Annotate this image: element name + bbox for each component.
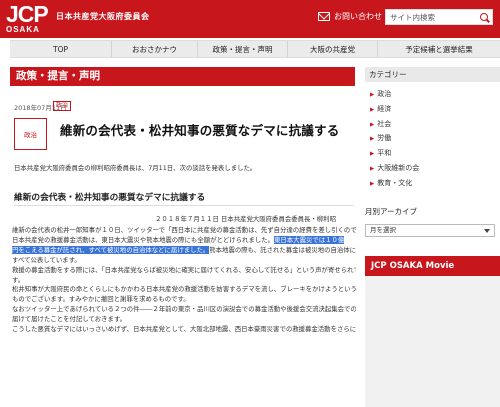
body-paragraph: 松井知事が大阪府民の命とくらしにもかかわる日本共産党の救援活動を妨害するデマを流…: [12, 285, 356, 295]
page-heading: 政策・提言・声明: [10, 67, 355, 86]
bullet-icon: ▶: [370, 92, 375, 98]
selected-text[interactable]: 東日本大震災では１０億: [274, 235, 345, 244]
nav-policy[interactable]: 政策・提言・声明: [198, 41, 288, 57]
category-label: 政治: [377, 90, 392, 98]
site-logo[interactable]: JCP OSAKA: [6, 1, 49, 35]
category-label: 社会: [377, 119, 392, 128]
bullet-icon: ▶: [370, 106, 375, 113]
category-item-education[interactable]: ▶ 教育・文化: [370, 176, 500, 191]
post-lead: 日本共産党大阪府委員会の柳利昭府委員長は、7月11日、次の談話を発表しました。: [14, 164, 257, 172]
bullet-icon: ▶: [370, 121, 375, 128]
body-paragraph: 維新の会代表の松井一郎知事が１０日、ツイッターで「西日本に共産党の募金活動は、先…: [12, 226, 356, 236]
nav-candidates[interactable]: 予定候補と選挙結果: [378, 41, 500, 57]
chevron-down-icon: [484, 229, 490, 233]
site-name[interactable]: 日本共産党大阪府委員会: [56, 11, 150, 22]
post-subtitle: 維新の会代表・松井知事の悪質なデマに抗議する: [14, 193, 206, 203]
body-text: すべて公表しています。: [12, 255, 81, 264]
body-text: なおツイッター上であげられている２つの件――２年前の東京・品川区の演説会での募金…: [12, 305, 356, 314]
category-label: 経済: [377, 104, 392, 113]
search-input[interactable]: [390, 12, 475, 23]
site-header: JCP OSAKA 日本共産党大阪府委員会 お問い合わせ: [0, 0, 500, 38]
bullet-icon: ▶: [370, 180, 375, 187]
category-item-economy[interactable]: ▶ 経済: [370, 102, 500, 117]
subtitle-divider: [14, 205, 354, 206]
nav-osaka-now[interactable]: おおさかナウ: [112, 41, 198, 57]
body-paragraph: こうした悪質なデマにはいっさいめげず、日本共産党として、大阪北部地震、西日本豪雨…: [12, 325, 356, 335]
body-text: 届けて届けたことを付記しておきます。: [12, 315, 127, 324]
category-item-politics[interactable]: ▶ 政治: [370, 87, 500, 102]
body-text: す。: [12, 275, 25, 284]
body-text: ものでございます。すみやかに撤回と謝罪を求めるものです。: [12, 295, 190, 304]
selected-text[interactable]: 円をこえる募金が託され、すべて被災地の自治体などに届けました。: [12, 245, 210, 254]
body-paragraph: 救援の募金活動をする際には、「日本共産党ならば被災地に確実に届けてくれる、安心し…: [12, 266, 356, 276]
body-text: こうした悪質なデマにはいっさいめげず、日本共産党として、大阪北部地震、西日本豪雨…: [12, 325, 356, 334]
archive-select[interactable]: 月を選択: [365, 224, 495, 237]
category-list: ▶ 政治 ▶ 経済 ▶ 社会 ▶ 労働 ▶ 平和 ▶ 大阪維新の会 ▶ 教育・文化: [370, 87, 500, 191]
main-nav: TOP おおさかナウ 政策・提言・声明 大阪の共産党 予定候補と選挙結果: [10, 40, 500, 58]
body-text: 救援の募金活動をする際には、「日本共産党ならば被災地に確実に届けてくれる、安心し…: [12, 265, 356, 274]
body-paragraph: すべて公表しています。: [12, 256, 356, 266]
bullet-icon: ▶: [370, 136, 375, 143]
search-icon[interactable]: [479, 12, 490, 23]
body-paragraph: ものでございます。すみやかに撤回と謝罪を求めるものです。: [12, 295, 356, 305]
category-item-labor[interactable]: ▶ 労働: [370, 131, 500, 146]
bullet-icon: ▶: [370, 165, 375, 172]
mail-icon[interactable]: [318, 12, 330, 21]
category-badge: 政治: [14, 118, 47, 150]
logo-main-text: JCP: [6, 1, 49, 27]
contact-link[interactable]: お問い合わせ: [334, 11, 382, 22]
archive-select-value: 月を選択: [370, 226, 396, 234]
body-paragraph: 届けて届けたことを付記しておきます。: [12, 315, 356, 325]
archive-heading: 月別アーカイブ: [365, 207, 418, 216]
category-label: 大阪維新の会: [377, 163, 420, 172]
nav-top[interactable]: TOP: [10, 41, 112, 57]
body-paragraph: なおツイッター上であげられている２つの件――２年前の東京・品川区の演説会での募金…: [12, 305, 356, 315]
search-box: [385, 9, 493, 25]
body-paragraph: 円をこえる募金が託され、すべて被災地の自治体などに届けました。熊本地震の際も、託…: [12, 245, 356, 256]
post-body: 維新の会代表の松井一郎知事が１０日、ツイッターで「西日本に共産党の募金活動は、先…: [12, 226, 356, 335]
bullet-icon: ▶: [370, 151, 375, 158]
nav-osaka-party[interactable]: 大阪の共産党: [288, 41, 378, 57]
movie-embed[interactable]: [365, 276, 500, 407]
body-text: 熊本地震の際も、託された募金は被災地の自治体にすべて届けています。: [209, 245, 356, 254]
body-text: 維新の会代表の松井一郎知事が１０日、ツイッターで「西日本に共産党の募金活動は、先…: [12, 226, 356, 234]
category-chip[interactable]: 政治: [53, 101, 72, 111]
body-text: 日本共産党の救援募金活動は、東日本大震災や熊本地震の際にも全額がとどけられました…: [12, 235, 275, 244]
categories-heading: カテゴリー: [365, 67, 500, 82]
category-item-ishin[interactable]: ▶ 大阪維新の会: [370, 161, 500, 176]
body-paragraph: す。: [12, 276, 356, 286]
category-label: 平和: [377, 149, 392, 158]
movie-banner[interactable]: JCP OSAKA Movie: [365, 256, 500, 276]
post-byline: ２０１８年７月１１日 日本共産党大阪府委員会委員長・柳利昭: [155, 215, 336, 223]
body-text: 松井知事が大阪府民の命とくらしにもかかわる日本共産党の救援活動を妨害するデマを流…: [12, 285, 356, 294]
body-paragraph: 日本共産党の救援募金活動は、東日本大震災や熊本地震の際にも全額がとどけられました…: [12, 235, 356, 246]
category-label: 労働: [377, 134, 392, 143]
category-item-society[interactable]: ▶ 社会: [370, 117, 500, 132]
category-label: 教育・文化: [377, 178, 413, 187]
post-title: 維新の会代表・松井知事の悪質なデマに抗議する: [60, 123, 340, 138]
category-item-peace[interactable]: ▶ 平和: [370, 146, 500, 161]
